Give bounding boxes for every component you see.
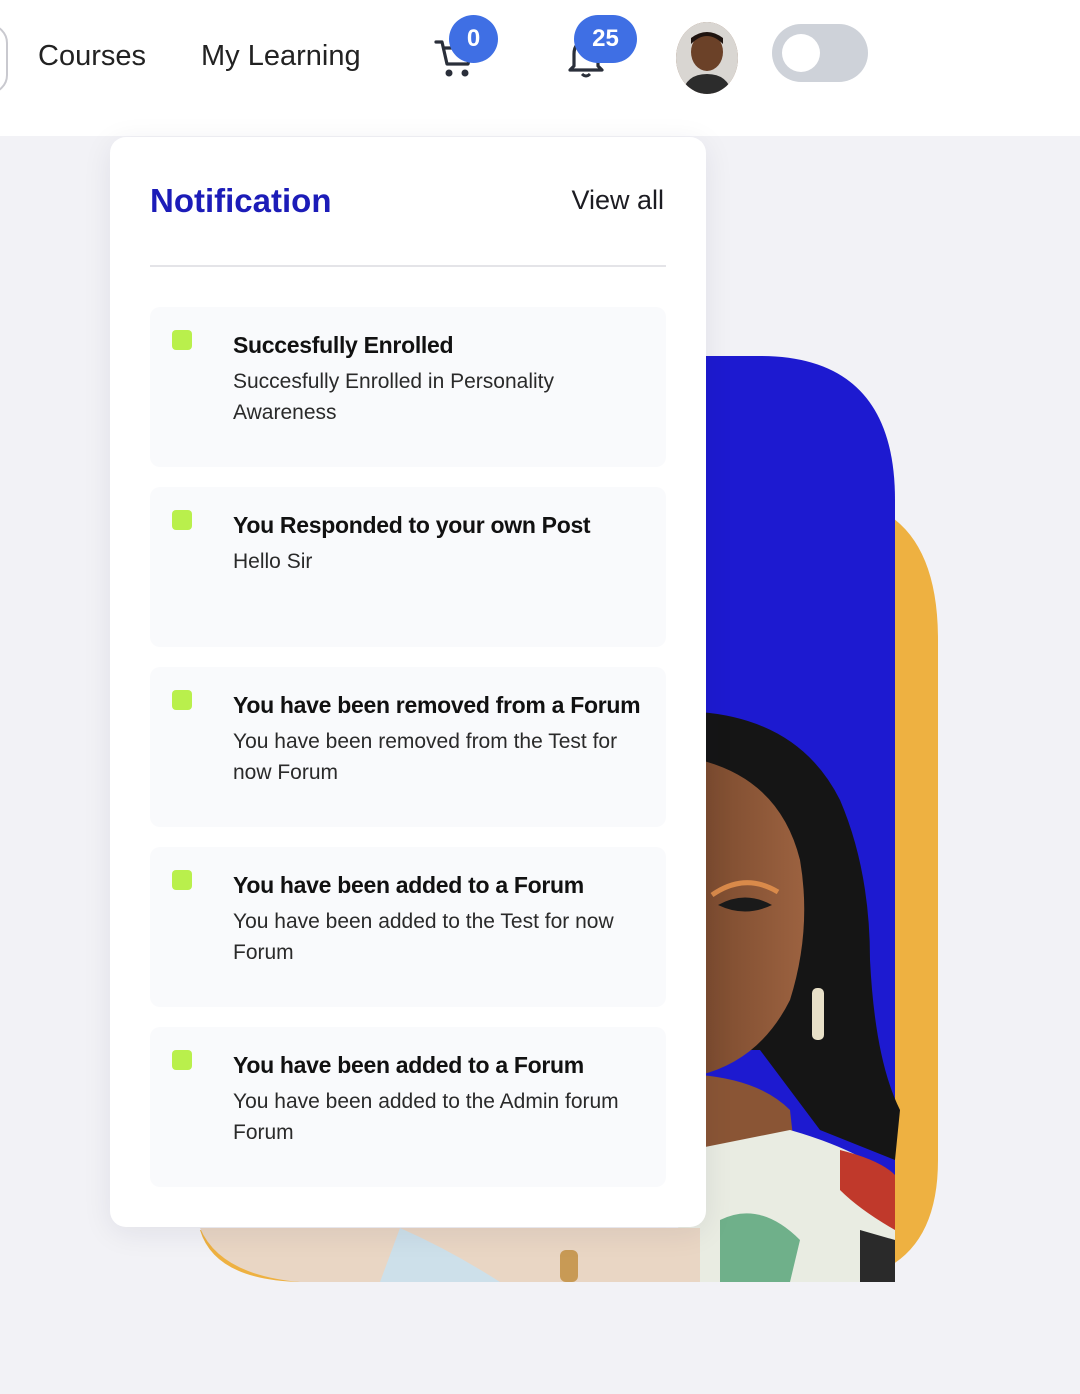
unread-indicator: [172, 870, 192, 890]
notification-panel: Notification View all Succesfully Enroll…: [110, 137, 706, 1227]
notification-title: You have been added to a Forum: [233, 872, 584, 898]
unread-indicator: [172, 1050, 192, 1070]
top-navigation: Courses My Learning 0 25: [0, 0, 1080, 136]
notification-item[interactable]: You Responded to your own Post Hello Sir: [150, 487, 666, 647]
notification-item[interactable]: You have been added to a Forum You have …: [150, 1027, 666, 1187]
notification-item[interactable]: You have been added to a Forum You have …: [150, 847, 666, 1007]
hero-eye: [718, 897, 772, 912]
unread-indicator: [172, 690, 192, 710]
notification-title: Succesfully Enrolled: [233, 332, 454, 358]
nav-courses-link[interactable]: Courses: [38, 40, 146, 73]
notification-title: You Responded to your own Post: [233, 512, 591, 538]
notification-title: You have been removed from a Forum: [233, 692, 641, 718]
notification-count-badge: 25: [574, 15, 637, 63]
notification-title: You have been added to a Forum: [233, 1052, 584, 1078]
hero-baby: [200, 1228, 700, 1282]
hero-neck: [700, 1075, 800, 1200]
nav-my-learning-link[interactable]: My Learning: [201, 40, 361, 73]
hero-hair: [700, 712, 900, 1160]
notification-body: Succesfully Enrolled in Personality Awar…: [233, 370, 554, 424]
theme-toggle[interactable]: [772, 24, 868, 82]
divider: [150, 265, 666, 267]
user-avatar[interactable]: [676, 22, 738, 94]
view-all-link[interactable]: View all: [571, 185, 664, 216]
toggle-knob: [782, 34, 820, 72]
unread-indicator: [172, 510, 192, 530]
unread-indicator: [172, 330, 192, 350]
cart-count-badge: 0: [449, 15, 498, 63]
notification-item[interactable]: You have been removed from a Forum You h…: [150, 667, 666, 827]
hero-earring: [812, 988, 824, 1040]
panel-title: Notification: [150, 182, 332, 219]
notification-item[interactable]: Succesfully Enrolled Succesfully Enrolle…: [150, 307, 666, 467]
search-bar-edge[interactable]: [0, 24, 8, 94]
hero-face: [700, 760, 805, 1075]
notification-body: You have been added to the Admin forum F…: [233, 1090, 619, 1144]
notification-body: You have been added to the Test for now …: [233, 910, 614, 964]
hero-blue-shape: [700, 356, 895, 1282]
notification-body: Hello Sir: [233, 550, 313, 573]
notification-body: You have been removed from the Test for …: [233, 730, 618, 784]
